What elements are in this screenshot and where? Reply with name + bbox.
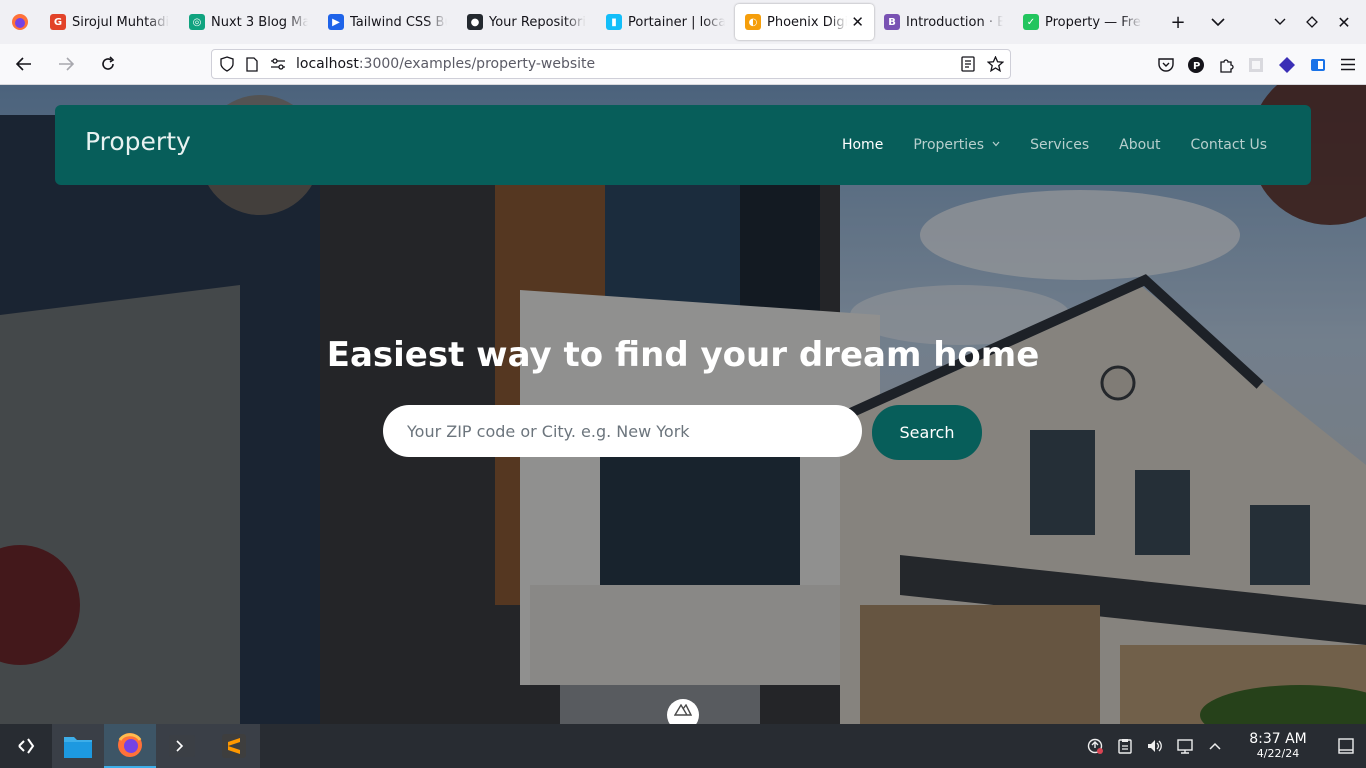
- url-bar[interactable]: localhost:3000/examples/property-website: [211, 49, 1011, 79]
- nav-link-label: Services: [1030, 137, 1090, 153]
- nuxt-devtools-icon[interactable]: [667, 699, 699, 724]
- pocket-icon[interactable]: [1158, 57, 1174, 72]
- tab-favicon-icon: ✓: [1023, 14, 1039, 30]
- tab-title: Introduction · B: [906, 14, 1003, 30]
- list-all-tabs-icon[interactable]: [1198, 4, 1238, 40]
- page-info-icon[interactable]: [246, 56, 258, 72]
- nav-link-contact-us[interactable]: Contact Us: [1191, 137, 1267, 153]
- show-desktop-icon[interactable]: [1326, 724, 1366, 768]
- minimize-window-icon[interactable]: [1266, 4, 1294, 40]
- main-navigation: Home Properties Services About Contact Us: [812, 105, 1267, 185]
- tab-favicon-icon: ▮: [606, 14, 622, 30]
- tab-favicon-icon: ◐: [745, 14, 761, 30]
- firefox-view-icon[interactable]: [0, 0, 40, 44]
- chevron-down-icon: [992, 140, 1000, 150]
- extensions-puzzle-icon[interactable]: [1218, 57, 1234, 73]
- browser-tab[interactable]: G Sirojul Muhtadi: [40, 4, 179, 40]
- page-viewport: Property Home Properties Services About Cont…: [0, 85, 1366, 724]
- close-tab-icon[interactable]: ✕: [851, 13, 864, 31]
- os-taskbar: 8:37 AM 4/22/24: [0, 724, 1366, 768]
- tab-title: Phoenix Digi: [767, 14, 848, 30]
- forward-icon[interactable]: [48, 48, 84, 80]
- terminal-icon[interactable]: [156, 724, 208, 768]
- nav-link-services[interactable]: Services: [1030, 137, 1089, 153]
- tab-favicon-icon: B: [884, 14, 900, 30]
- tab-title: Nuxt 3 Blog Ma: [211, 14, 308, 30]
- extension-sidebar-icon[interactable]: [1310, 57, 1326, 73]
- browser-tab[interactable]: ◎ Nuxt 3 Blog Ma: [179, 4, 318, 40]
- tab-title: Tailwind CSS Bu: [350, 14, 447, 30]
- location-search-input[interactable]: [383, 405, 862, 457]
- site-header: Property Home Properties Services About Cont…: [55, 105, 1311, 185]
- permissions-icon[interactable]: [270, 58, 286, 70]
- application-launcher-icon[interactable]: [0, 724, 52, 768]
- back-icon[interactable]: [6, 48, 42, 80]
- browser-tab-bar: G Sirojul Muhtadi ◎ Nuxt 3 Blog Ma ▶ Tailwind…: [0, 0, 1366, 44]
- tray-expand-chevron-icon[interactable]: [1200, 724, 1230, 768]
- file-manager-icon[interactable]: [52, 724, 104, 768]
- bookmark-star-icon[interactable]: [987, 56, 1004, 72]
- search-button[interactable]: Search: [872, 405, 982, 460]
- browser-tab[interactable]: ✓ Property — Fre: [1013, 4, 1152, 40]
- nav-link-label: Contact Us: [1190, 137, 1267, 153]
- network-icon[interactable]: [1170, 724, 1200, 768]
- site-brand-logo[interactable]: Property: [85, 127, 191, 156]
- tab-title: Portainer | loca: [628, 14, 725, 30]
- reload-icon[interactable]: [90, 48, 126, 80]
- browser-tab[interactable]: ▮ Portainer | loca: [596, 4, 735, 40]
- system-tray: 8:37 AM 4/22/24: [1080, 724, 1366, 768]
- extension-grid-icon[interactable]: [1248, 57, 1264, 73]
- browser-tab[interactable]: B Introduction · B: [874, 4, 1013, 40]
- reader-view-icon[interactable]: [961, 56, 975, 72]
- tab-favicon-icon: ●: [467, 14, 483, 30]
- tab-favicon-icon: G: [50, 14, 66, 30]
- tab-title: Sirojul Muhtadi: [72, 14, 169, 30]
- hero-title: Easiest way to find your dream home: [326, 335, 1040, 375]
- nav-link-label: About: [1119, 137, 1161, 153]
- browser-tab[interactable]: ◐ Phoenix Digi ✕: [735, 4, 874, 40]
- clock-date: 4/22/24: [1256, 746, 1300, 760]
- nav-link-label: Properties: [913, 137, 985, 153]
- browser-navigation-bar: localhost:3000/examples/property-website…: [0, 44, 1366, 85]
- clipboard-icon[interactable]: [1110, 724, 1140, 768]
- close-window-icon[interactable]: ✕: [1330, 4, 1358, 40]
- tab-favicon-icon: ▶: [328, 14, 344, 30]
- restore-window-icon[interactable]: [1298, 4, 1326, 40]
- nav-link-home[interactable]: Home: [842, 137, 883, 153]
- sublime-text-icon[interactable]: [208, 724, 260, 768]
- browser-tab[interactable]: ▶ Tailwind CSS Bu: [318, 4, 457, 40]
- tab-title: Property — Fre: [1045, 14, 1141, 30]
- volume-icon[interactable]: [1140, 724, 1170, 768]
- svg-text:P: P: [1193, 61, 1200, 72]
- clock-time: 8:37 AM: [1249, 731, 1307, 748]
- tab-favicon-icon: ◎: [189, 14, 205, 30]
- update-notifier-icon[interactable]: [1080, 724, 1110, 768]
- nav-link-about[interactable]: About: [1119, 137, 1160, 153]
- firefox-taskbar-icon[interactable]: [104, 724, 156, 768]
- account-avatar-icon[interactable]: P: [1188, 56, 1204, 73]
- tab-title: Your Repositori: [489, 14, 586, 30]
- url-text: localhost:3000/examples/property-website: [296, 56, 596, 72]
- tracking-protection-shield-icon[interactable]: [220, 56, 234, 72]
- system-clock[interactable]: 8:37 AM 4/22/24: [1238, 731, 1318, 760]
- browser-tab[interactable]: ● Your Repositori: [457, 4, 596, 40]
- nav-link-properties[interactable]: Properties: [913, 137, 1000, 153]
- nav-link-label: Home: [841, 137, 884, 153]
- new-tab-button[interactable]: +: [1158, 4, 1198, 40]
- app-menu-hamburger-icon[interactable]: [1340, 58, 1356, 71]
- extension-diamond-icon[interactable]: [1278, 56, 1296, 74]
